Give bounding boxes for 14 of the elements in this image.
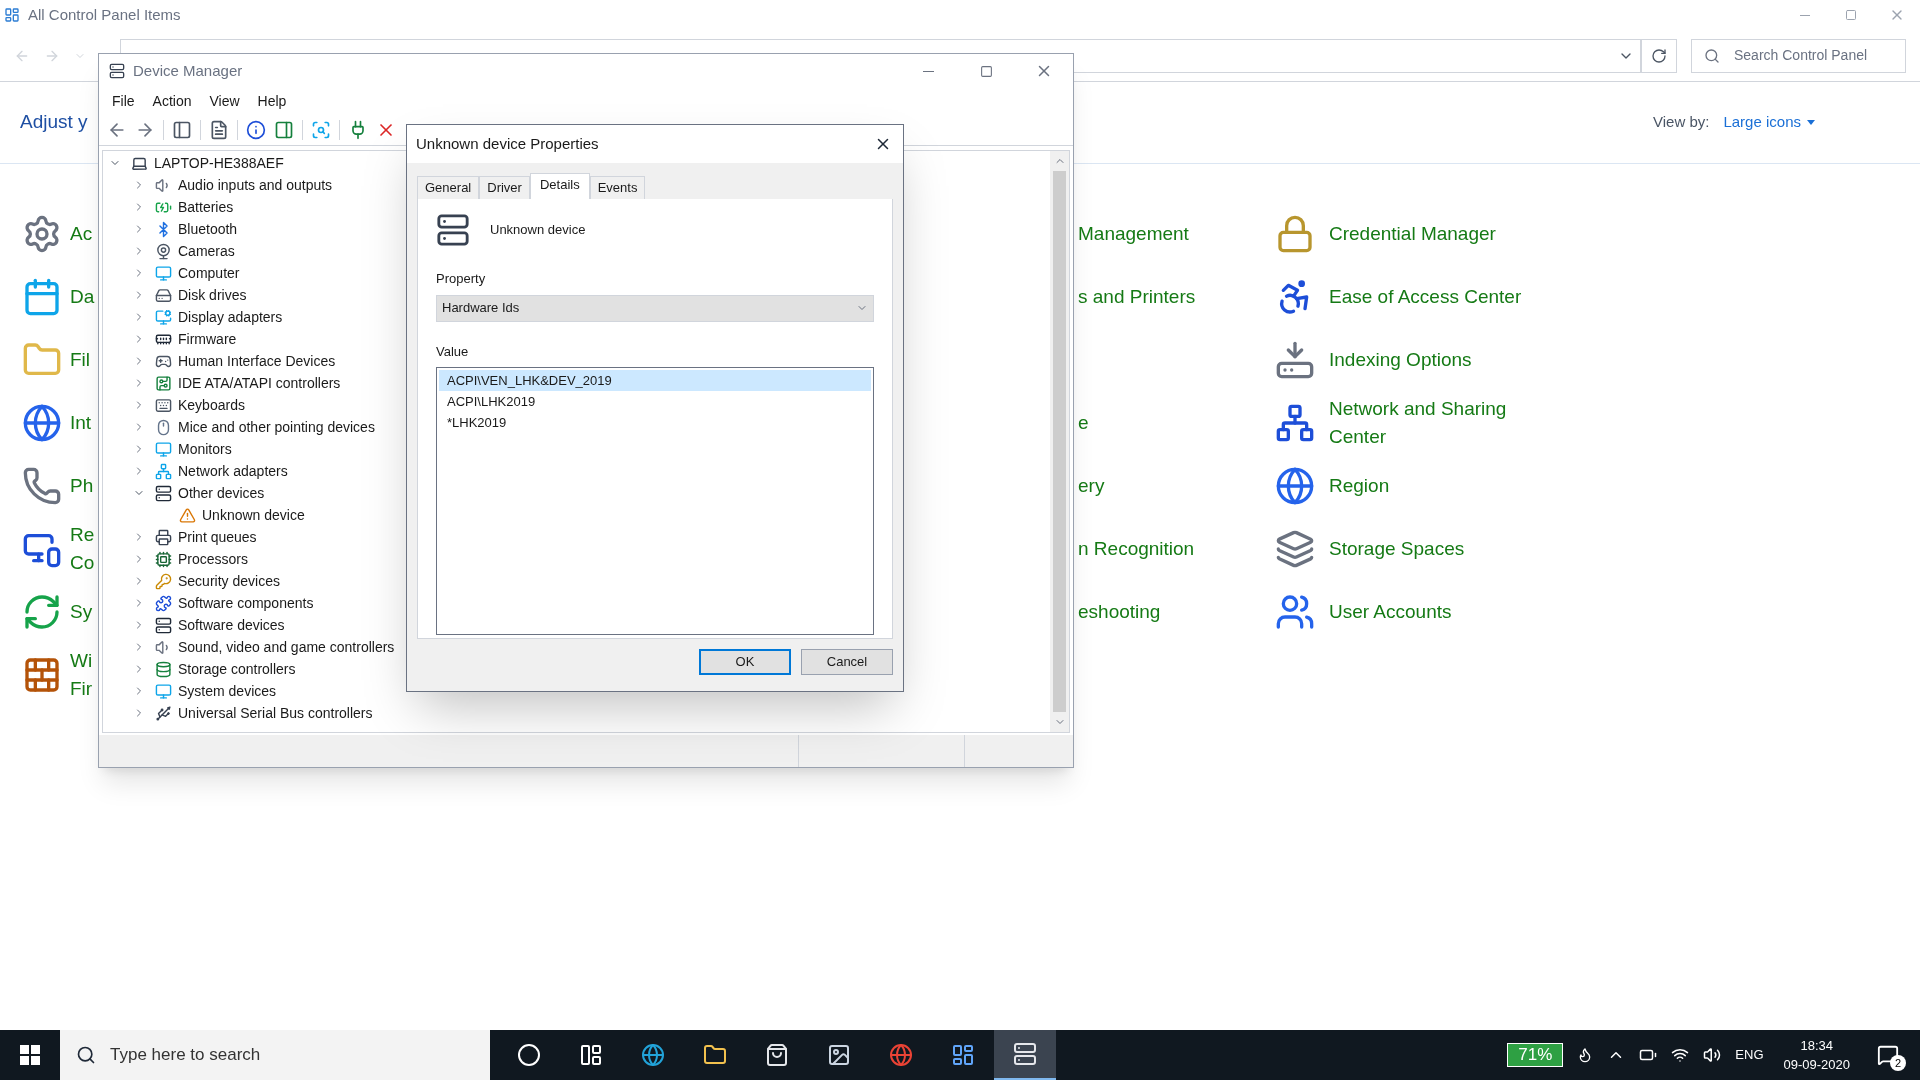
window-title: Device Manager — [133, 60, 243, 81]
dialog-title: Unknown device Properties — [416, 133, 599, 154]
notification-count: 2 — [1890, 1055, 1906, 1071]
window-title: All Control Panel Items — [28, 4, 181, 25]
search-placeholder: Type here to search — [110, 1044, 261, 1067]
battery-percentage: 71% — [1507, 1043, 1564, 1067]
clock-date: 09-09-2020 — [1783, 1056, 1850, 1074]
device-name: Unknown device — [490, 221, 586, 240]
page-heading: Adjust y — [20, 110, 88, 135]
view-by-label: View by: — [1653, 112, 1710, 133]
clock-time: 18:34 — [1800, 1037, 1833, 1055]
search-placeholder: Search Control Panel — [1734, 46, 1868, 65]
value-label: Value — [436, 342, 470, 361]
property-label: Property — [436, 270, 487, 288]
